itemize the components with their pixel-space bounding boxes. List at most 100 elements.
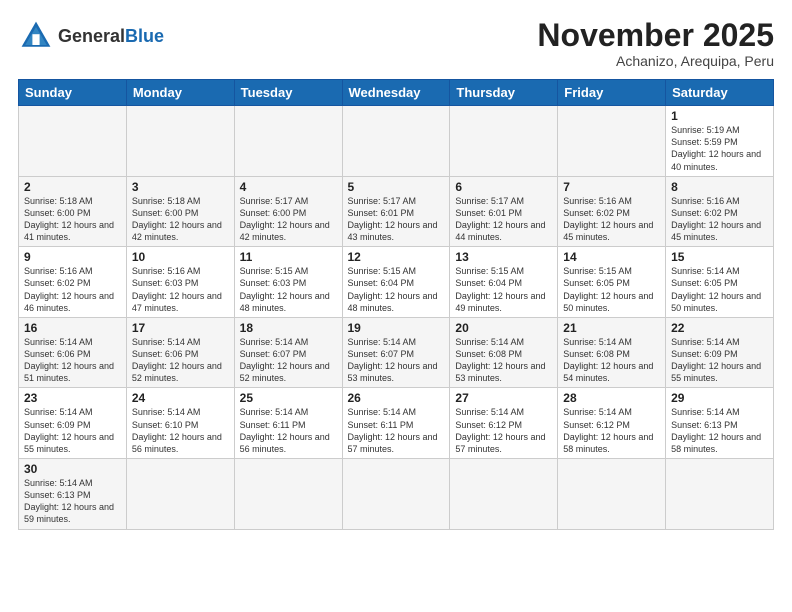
calendar-day: 10Sunrise: 5:16 AM Sunset: 6:03 PM Dayli… xyxy=(126,247,234,318)
calendar-week-row: 9Sunrise: 5:16 AM Sunset: 6:02 PM Daylig… xyxy=(19,247,774,318)
calendar-week-row: 16Sunrise: 5:14 AM Sunset: 6:06 PM Dayli… xyxy=(19,317,774,388)
calendar-day: 9Sunrise: 5:16 AM Sunset: 6:02 PM Daylig… xyxy=(19,247,127,318)
day-info: Sunrise: 5:14 AM Sunset: 6:13 PM Dayligh… xyxy=(671,406,768,455)
calendar-week-row: 2Sunrise: 5:18 AM Sunset: 6:00 PM Daylig… xyxy=(19,176,774,247)
col-wednesday: Wednesday xyxy=(342,80,450,106)
day-number: 19 xyxy=(348,321,445,335)
calendar-day: 25Sunrise: 5:14 AM Sunset: 6:11 PM Dayli… xyxy=(234,388,342,459)
day-info: Sunrise: 5:16 AM Sunset: 6:03 PM Dayligh… xyxy=(132,265,229,314)
day-number: 17 xyxy=(132,321,229,335)
day-number: 8 xyxy=(671,180,768,194)
day-number: 23 xyxy=(24,391,121,405)
day-info: Sunrise: 5:17 AM Sunset: 6:00 PM Dayligh… xyxy=(240,195,337,244)
col-friday: Friday xyxy=(558,80,666,106)
day-number: 6 xyxy=(455,180,552,194)
calendar-day: 27Sunrise: 5:14 AM Sunset: 6:12 PM Dayli… xyxy=(450,388,558,459)
day-number: 16 xyxy=(24,321,121,335)
day-number: 9 xyxy=(24,250,121,264)
day-info: Sunrise: 5:18 AM Sunset: 6:00 PM Dayligh… xyxy=(24,195,121,244)
day-info: Sunrise: 5:15 AM Sunset: 6:04 PM Dayligh… xyxy=(455,265,552,314)
day-info: Sunrise: 5:19 AM Sunset: 5:59 PM Dayligh… xyxy=(671,124,768,173)
calendar-day xyxy=(558,106,666,177)
day-info: Sunrise: 5:14 AM Sunset: 6:06 PM Dayligh… xyxy=(132,336,229,385)
col-tuesday: Tuesday xyxy=(234,80,342,106)
day-number: 25 xyxy=(240,391,337,405)
day-info: Sunrise: 5:16 AM Sunset: 6:02 PM Dayligh… xyxy=(563,195,660,244)
calendar-day: 8Sunrise: 5:16 AM Sunset: 6:02 PM Daylig… xyxy=(666,176,774,247)
col-sunday: Sunday xyxy=(19,80,127,106)
calendar-day: 5Sunrise: 5:17 AM Sunset: 6:01 PM Daylig… xyxy=(342,176,450,247)
day-number: 22 xyxy=(671,321,768,335)
calendar-day: 17Sunrise: 5:14 AM Sunset: 6:06 PM Dayli… xyxy=(126,317,234,388)
calendar-day xyxy=(126,106,234,177)
calendar-table: Sunday Monday Tuesday Wednesday Thursday… xyxy=(18,79,774,529)
calendar-day: 30Sunrise: 5:14 AM Sunset: 6:13 PM Dayli… xyxy=(19,459,127,530)
day-number: 12 xyxy=(348,250,445,264)
day-info: Sunrise: 5:14 AM Sunset: 6:13 PM Dayligh… xyxy=(24,477,121,526)
calendar-week-row: 30Sunrise: 5:14 AM Sunset: 6:13 PM Dayli… xyxy=(19,459,774,530)
day-info: Sunrise: 5:17 AM Sunset: 6:01 PM Dayligh… xyxy=(455,195,552,244)
calendar-day xyxy=(666,459,774,530)
calendar-day: 11Sunrise: 5:15 AM Sunset: 6:03 PM Dayli… xyxy=(234,247,342,318)
day-info: Sunrise: 5:14 AM Sunset: 6:11 PM Dayligh… xyxy=(348,406,445,455)
logo-text: GeneralBlue xyxy=(58,26,164,47)
day-number: 28 xyxy=(563,391,660,405)
day-number: 27 xyxy=(455,391,552,405)
page: GeneralBlue November 2025 Achanizo, Areq… xyxy=(0,0,792,612)
day-info: Sunrise: 5:16 AM Sunset: 6:02 PM Dayligh… xyxy=(671,195,768,244)
calendar-day: 3Sunrise: 5:18 AM Sunset: 6:00 PM Daylig… xyxy=(126,176,234,247)
calendar-day: 28Sunrise: 5:14 AM Sunset: 6:12 PM Dayli… xyxy=(558,388,666,459)
calendar-day xyxy=(234,459,342,530)
calendar-day: 2Sunrise: 5:18 AM Sunset: 6:00 PM Daylig… xyxy=(19,176,127,247)
calendar-day xyxy=(558,459,666,530)
day-info: Sunrise: 5:14 AM Sunset: 6:07 PM Dayligh… xyxy=(240,336,337,385)
calendar-day: 18Sunrise: 5:14 AM Sunset: 6:07 PM Dayli… xyxy=(234,317,342,388)
day-info: Sunrise: 5:14 AM Sunset: 6:10 PM Dayligh… xyxy=(132,406,229,455)
calendar-day xyxy=(234,106,342,177)
header: GeneralBlue November 2025 Achanizo, Areq… xyxy=(18,18,774,69)
calendar-day xyxy=(450,106,558,177)
day-number: 1 xyxy=(671,109,768,123)
col-saturday: Saturday xyxy=(666,80,774,106)
day-info: Sunrise: 5:14 AM Sunset: 6:11 PM Dayligh… xyxy=(240,406,337,455)
day-number: 5 xyxy=(348,180,445,194)
day-number: 15 xyxy=(671,250,768,264)
month-title: November 2025 xyxy=(537,18,774,53)
day-info: Sunrise: 5:14 AM Sunset: 6:09 PM Dayligh… xyxy=(24,406,121,455)
col-thursday: Thursday xyxy=(450,80,558,106)
calendar-day xyxy=(342,106,450,177)
day-info: Sunrise: 5:14 AM Sunset: 6:12 PM Dayligh… xyxy=(563,406,660,455)
day-info: Sunrise: 5:18 AM Sunset: 6:00 PM Dayligh… xyxy=(132,195,229,244)
calendar-day: 1Sunrise: 5:19 AM Sunset: 5:59 PM Daylig… xyxy=(666,106,774,177)
calendar-day: 26Sunrise: 5:14 AM Sunset: 6:11 PM Dayli… xyxy=(342,388,450,459)
calendar-week-row: 23Sunrise: 5:14 AM Sunset: 6:09 PM Dayli… xyxy=(19,388,774,459)
calendar-day: 23Sunrise: 5:14 AM Sunset: 6:09 PM Dayli… xyxy=(19,388,127,459)
day-number: 20 xyxy=(455,321,552,335)
day-info: Sunrise: 5:14 AM Sunset: 6:05 PM Dayligh… xyxy=(671,265,768,314)
day-info: Sunrise: 5:15 AM Sunset: 6:04 PM Dayligh… xyxy=(348,265,445,314)
logo-icon xyxy=(18,18,54,54)
day-info: Sunrise: 5:15 AM Sunset: 6:05 PM Dayligh… xyxy=(563,265,660,314)
calendar-day: 15Sunrise: 5:14 AM Sunset: 6:05 PM Dayli… xyxy=(666,247,774,318)
day-info: Sunrise: 5:14 AM Sunset: 6:06 PM Dayligh… xyxy=(24,336,121,385)
day-info: Sunrise: 5:17 AM Sunset: 6:01 PM Dayligh… xyxy=(348,195,445,244)
calendar-day: 6Sunrise: 5:17 AM Sunset: 6:01 PM Daylig… xyxy=(450,176,558,247)
day-info: Sunrise: 5:16 AM Sunset: 6:02 PM Dayligh… xyxy=(24,265,121,314)
day-number: 2 xyxy=(24,180,121,194)
day-info: Sunrise: 5:14 AM Sunset: 6:07 PM Dayligh… xyxy=(348,336,445,385)
title-block: November 2025 Achanizo, Arequipa, Peru xyxy=(537,18,774,69)
day-number: 11 xyxy=(240,250,337,264)
calendar-day: 7Sunrise: 5:16 AM Sunset: 6:02 PM Daylig… xyxy=(558,176,666,247)
day-info: Sunrise: 5:14 AM Sunset: 6:09 PM Dayligh… xyxy=(671,336,768,385)
day-number: 21 xyxy=(563,321,660,335)
day-number: 26 xyxy=(348,391,445,405)
calendar-day xyxy=(126,459,234,530)
day-number: 29 xyxy=(671,391,768,405)
day-number: 30 xyxy=(24,462,121,476)
day-info: Sunrise: 5:14 AM Sunset: 6:08 PM Dayligh… xyxy=(563,336,660,385)
calendar-header-row: Sunday Monday Tuesday Wednesday Thursday… xyxy=(19,80,774,106)
calendar-day: 22Sunrise: 5:14 AM Sunset: 6:09 PM Dayli… xyxy=(666,317,774,388)
day-info: Sunrise: 5:14 AM Sunset: 6:08 PM Dayligh… xyxy=(455,336,552,385)
calendar-day xyxy=(342,459,450,530)
day-number: 7 xyxy=(563,180,660,194)
